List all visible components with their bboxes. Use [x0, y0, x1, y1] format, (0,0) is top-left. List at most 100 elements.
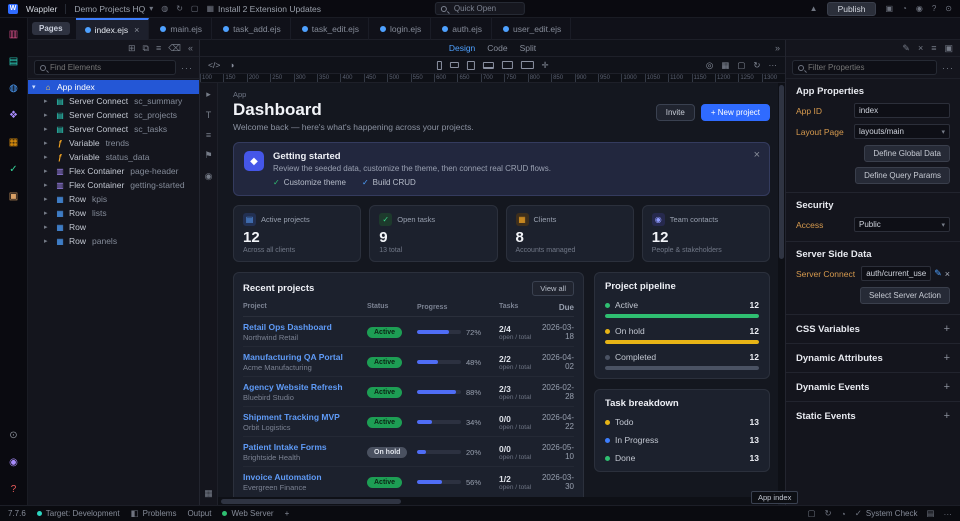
web-server-indicator[interactable]: Web Server	[222, 509, 273, 518]
project-name-link[interactable]: Manufacturing QA Portal	[243, 352, 367, 362]
tree-item-row-panels[interactable]: ▸ ▦ Row panels	[28, 234, 199, 248]
section-static-events[interactable]: Static Events +	[786, 401, 960, 430]
phone-icon[interactable]	[436, 61, 441, 70]
kpi-clients[interactable]: ▦ Clients 8 Accounts managed	[506, 205, 634, 262]
grid-toggle-icon[interactable]: ▦	[721, 60, 729, 71]
define-global-data-button[interactable]: Define Global Data	[864, 145, 950, 162]
extension-updates[interactable]: ▦ Install 2 Extension Updates	[206, 4, 321, 14]
globe-panel-icon[interactable]: ◍	[6, 80, 22, 96]
caret-right-icon[interactable]: ▸	[44, 139, 51, 147]
desktop-icon[interactable]	[501, 61, 512, 69]
help-icon[interactable]: ?	[932, 4, 936, 13]
refresh-canvas-icon[interactable]: ↻	[753, 60, 760, 71]
clear-action-icon[interactable]: ×	[945, 269, 950, 279]
tab-task-add-ejs[interactable]: task_add.ejs	[214, 18, 291, 40]
terminal-icon[interactable]: ▢	[807, 508, 815, 519]
problems-button[interactable]: ◧ Problems	[131, 508, 177, 519]
tab-index-ejs[interactable]: index.ejs ×	[76, 18, 150, 40]
tab-main-ejs[interactable]: main.ejs	[151, 18, 212, 40]
tree-item-row[interactable]: ▸ ▦ Row	[28, 220, 199, 234]
project-switcher[interactable]: Demo Projects HQ ▾	[74, 4, 153, 14]
design-view-tab[interactable]: Design	[449, 43, 475, 53]
grid-view-icon[interactable]: ▦	[204, 488, 213, 499]
code-view-tab[interactable]: Code	[487, 43, 507, 53]
tab-auth-ejs[interactable]: auth.ejs	[433, 18, 492, 40]
blocks-panel-icon[interactable]: ▦	[6, 134, 22, 150]
app-id-input[interactable]	[854, 103, 950, 118]
find-elements-input[interactable]	[50, 63, 170, 72]
canvas-horizontal-scrollbar[interactable]	[218, 497, 778, 505]
tree-item-flex-getting-started[interactable]: ▸ ▥ Flex Container getting-started	[28, 178, 199, 192]
more-options-icon[interactable]: ···	[181, 63, 193, 73]
tree-item-app-index[interactable]: ▾ ⌂ App index	[28, 80, 199, 94]
expand-section-icon[interactable]: +	[944, 381, 950, 393]
close-icon[interactable]: ×	[754, 149, 760, 161]
check-customize-theme[interactable]: ✓ Customize theme	[273, 178, 346, 187]
filter-properties-input[interactable]	[808, 63, 931, 72]
tree-item-variable-status-data[interactable]: ▸ ƒ Variable status_data	[28, 150, 199, 164]
rocket-icon[interactable]: ▲	[810, 4, 818, 13]
components-panel-icon[interactable]: ❖	[6, 107, 22, 123]
check-build-crud[interactable]: ✓ Build CRUD	[362, 178, 416, 187]
view-all-button[interactable]: View all	[532, 281, 574, 296]
section-dynamic-events[interactable]: Dynamic Events +	[786, 372, 960, 401]
expand-section-icon[interactable]: +	[944, 352, 950, 364]
tv-icon[interactable]	[520, 61, 533, 69]
tree-item-row-kpis[interactable]: ▸ ▦ Row kpis	[28, 192, 199, 206]
close-icon[interactable]: ×	[918, 43, 923, 53]
select-tool-icon[interactable]: ▸	[206, 89, 211, 100]
tree-item-sc-projects[interactable]: ▸ ▤ Server Connect sc_projects	[28, 108, 199, 122]
tree-item-variable-trends[interactable]: ▸ ƒ Variable trends	[28, 136, 199, 150]
sync-icon[interactable]: ↻	[825, 508, 832, 519]
caret-right-icon[interactable]: ▸	[44, 111, 51, 119]
table-row[interactable]: Retail Ops Dashboard Northwind Retail Ac…	[243, 317, 574, 347]
caret-right-icon[interactable]: ▸	[44, 181, 51, 189]
duplicate-icon[interactable]: ⧉	[143, 43, 149, 54]
split-view-tab[interactable]: Split	[520, 43, 537, 53]
eye-tool-icon[interactable]: ◉	[205, 171, 213, 182]
caret-right-icon[interactable]: ▸	[44, 223, 51, 231]
laptop-icon[interactable]	[482, 62, 493, 69]
more-icon[interactable]: ···	[944, 509, 953, 519]
quick-open-button[interactable]: Quick Open	[435, 2, 525, 15]
kpi-team-contacts[interactable]: ◉ Team contacts 12 People & stakeholders	[642, 205, 770, 262]
canvas-vertical-scrollbar[interactable]	[778, 83, 785, 497]
project-name-link[interactable]: Patient Intake Forms	[243, 442, 367, 452]
scrollbar-thumb[interactable]	[221, 499, 401, 504]
expand-section-icon[interactable]: +	[944, 410, 950, 422]
inspect-icon[interactable]: ◎	[706, 60, 713, 71]
tree-item-sc-tasks[interactable]: ▸ ▤ Server Connect sc_tasks	[28, 122, 199, 136]
page-canvas[interactable]: App Dashboard Welcome back — here's what…	[218, 83, 785, 505]
pages-mode-badge[interactable]: Pages	[32, 22, 70, 35]
project-name-link[interactable]: Retail Ops Dashboard	[243, 322, 367, 332]
dark-mode-icon[interactable]: ◑	[229, 60, 234, 70]
collapse-panel-icon[interactable]: «	[188, 43, 193, 53]
caret-right-icon[interactable]: ▸	[44, 125, 51, 133]
add-element-icon[interactable]: ⊞	[128, 43, 136, 54]
expand-panel-icon[interactable]: »	[775, 43, 785, 53]
tab-user-edit-ejs[interactable]: user_edit.ejs	[494, 18, 571, 40]
database-panel-icon[interactable]: ▤	[6, 53, 22, 69]
styles-panel-icon[interactable]: ✓	[6, 161, 22, 177]
rulers-icon[interactable]: ▢	[737, 60, 745, 71]
user-icon[interactable]: ◉	[916, 4, 923, 13]
target-indicator[interactable]: Target: Development	[37, 509, 120, 518]
output-button[interactable]: Output	[187, 509, 211, 518]
tablet-icon[interactable]	[466, 61, 474, 70]
pages-panel-icon[interactable]: ▥	[6, 26, 22, 42]
invite-button[interactable]: Invite	[656, 104, 695, 121]
flag-tool-icon[interactable]: ⚑	[204, 150, 212, 161]
edit-icon[interactable]: ✎	[902, 43, 910, 54]
select-server-action-button[interactable]: Select Server Action	[860, 287, 950, 304]
tree-item-sc-summary[interactable]: ▸ ▤ Server Connect sc_summary	[28, 94, 199, 108]
package-icon[interactable]: ▣	[885, 4, 893, 13]
profile-icon[interactable]: ◉	[6, 454, 22, 470]
kpi-active-projects[interactable]: ▤ Active projects 12 Across all clients	[233, 205, 361, 262]
project-name-link[interactable]: Agency Website Refresh	[243, 382, 367, 392]
caret-right-icon[interactable]: ▸	[44, 209, 51, 217]
table-row[interactable]: Agency Website Refresh Bluebird Studio A…	[243, 377, 574, 407]
text-tool-icon[interactable]: T	[206, 110, 212, 120]
add-terminal-button[interactable]: +	[285, 509, 290, 518]
notifications-icon[interactable]: ◔	[902, 4, 907, 13]
caret-right-icon[interactable]: ▸	[44, 237, 51, 245]
